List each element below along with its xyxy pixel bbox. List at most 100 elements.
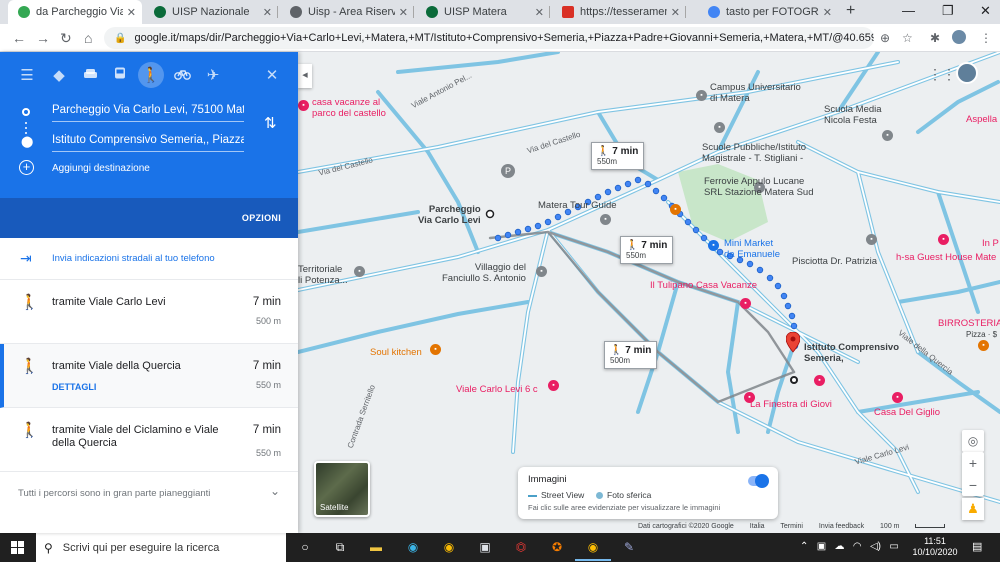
map-canvas[interactable]: ◀ ⋮⋮ ▪ casa vacanze al parco del castell…	[298, 52, 1000, 533]
parcheggio-label[interactable]: Parcheggio Via Carlo Levi	[418, 204, 481, 226]
taskbar-clock[interactable]: 11:51 10/10/2020	[910, 536, 960, 558]
airplane-icon[interactable]: ✈	[198, 58, 228, 92]
bookmark-star-icon[interactable]: ☆	[902, 31, 913, 45]
home-icon[interactable]: ⌂	[84, 30, 92, 46]
terms-link[interactable]: Termini	[780, 523, 803, 530]
casa-vacanze-label[interactable]: casa vacanze al parco del castello	[312, 97, 386, 119]
matera-tour-label[interactable]: Matera Tour Guide	[538, 200, 617, 211]
route-option-1[interactable]: 🚶 tramite Viale Carlo Levi 7 min 500 m	[0, 280, 298, 344]
ferrovie-label[interactable]: Ferrovie Appulo Lucane SRL Stazione Mate…	[704, 176, 814, 198]
close-tab-icon[interactable]: ✕	[823, 6, 832, 19]
origin-marker[interactable]	[485, 209, 495, 219]
details-link[interactable]: DETTAGLI	[52, 382, 96, 392]
app-orange-icon[interactable]: ✪	[549, 539, 565, 555]
close-tab-icon[interactable]: ✕	[399, 6, 408, 19]
chevron-up-icon[interactable]: ⌃	[800, 541, 808, 552]
store-bag-icon[interactable]: ▣	[477, 539, 493, 555]
account-avatar[interactable]	[956, 62, 978, 84]
task-view-icon[interactable]: ⧉	[332, 539, 348, 555]
villaggio-label[interactable]: Villaggio del Fanciullo S. Antonio	[442, 262, 526, 284]
chrome-active-icon[interactable]: ◉	[575, 539, 611, 561]
feedback-link[interactable]: Invia feedback	[819, 523, 864, 530]
campus-label[interactable]: Campus Universitario di Matera	[710, 82, 801, 104]
new-tab-button[interactable]: +	[846, 2, 855, 20]
aspella-label[interactable]: Aspella	[966, 114, 997, 125]
car-icon[interactable]	[75, 58, 105, 92]
edge-browser-icon[interactable]: ◉	[405, 539, 421, 555]
destination-input[interactable]: Istituto Comprensivo Semeria,, Piazza Pa…	[52, 134, 244, 152]
best-route-diamond-icon[interactable]: ◆	[44, 58, 74, 92]
tulipano-label[interactable]: Il Tulipano Casa Vacanze	[650, 280, 757, 291]
add-destination-link[interactable]: Aggiungi destinazione	[52, 163, 150, 174]
hotel-icon[interactable]: ▪	[740, 298, 751, 309]
walking-icon[interactable]: 🚶	[136, 58, 166, 92]
satellite-layer-toggle[interactable]: Satellite	[314, 461, 370, 517]
extensions-puzzle-icon[interactable]: ✱	[930, 31, 940, 45]
tour-guide-icon[interactable]: ▪	[670, 204, 681, 215]
restaurant-icon[interactable]: ▪	[430, 344, 441, 355]
shop-icon[interactable]: ▪	[708, 240, 719, 251]
profile-avatar[interactable]	[952, 30, 966, 44]
imagery-toggle[interactable]	[748, 474, 769, 488]
school-icon[interactable]: ▪	[882, 130, 893, 141]
bicycle-icon[interactable]	[167, 58, 197, 92]
close-window-button[interactable]: ✕	[980, 3, 991, 19]
pisciotta-label[interactable]: Pisciotta Dr. Patrizia	[792, 256, 877, 267]
hsa-guest-house-label[interactable]: h-sa Guest House Mate	[896, 252, 996, 263]
place-icon[interactable]: ▪	[866, 234, 877, 245]
forward-arrow-icon[interactable]: →	[36, 30, 50, 46]
minimize-button[interactable]: —	[902, 3, 915, 18]
add-icon[interactable]: ⊕	[880, 31, 890, 45]
swap-arrows-icon[interactable]: ⇅	[264, 114, 277, 132]
collapse-panel-button[interactable]: ◀	[298, 64, 312, 88]
restaurant-icon[interactable]: ▪	[978, 340, 989, 351]
menu-kebab-icon[interactable]: ⋮	[980, 31, 992, 45]
add-circle-icon[interactable]: +	[19, 160, 34, 175]
pegman-street-view-icon[interactable]: ♟	[962, 498, 984, 520]
school-icon[interactable]: ▪	[714, 122, 725, 133]
close-tab-icon[interactable]: ✕	[535, 6, 544, 19]
options-button[interactable]: OPZIONI	[242, 213, 281, 223]
zoom-out-button[interactable]: −	[962, 474, 984, 496]
tab-tesseramento[interactable]: https://tesseramento.uisp ✕	[552, 0, 686, 24]
bus-icon[interactable]	[105, 58, 135, 92]
route-time-bubble[interactable]: 🚶 7 min 550m	[591, 142, 645, 170]
place-icon[interactable]: ▪	[536, 266, 547, 277]
in-p-label[interactable]: In P	[982, 238, 999, 249]
route-option-3[interactable]: 🚶 tramite Viale del Ciclamino e Viale de…	[0, 408, 298, 472]
place-icon[interactable]: ▪	[600, 214, 611, 225]
place-icon[interactable]: ▪	[354, 266, 365, 277]
finestra-label[interactable]: La Finestra di Giovi	[750, 399, 832, 410]
back-arrow-icon[interactable]: ←	[12, 30, 26, 46]
acrobat-icon[interactable]: ⏣	[513, 539, 529, 555]
app-tool-icon[interactable]: ✎	[621, 539, 637, 555]
cortana-circle-icon[interactable]: ○	[297, 539, 313, 555]
mini-market-label[interactable]: Mini Market da Emanuele	[724, 238, 780, 260]
route-time-bubble[interactable]: 🚶 7 min 550m	[620, 236, 674, 264]
taskbar-search[interactable]: ⚲ Scrivi qui per eseguire la ricerca	[36, 533, 286, 562]
scuola-media-label[interactable]: Scuola Media Nicola Festa	[824, 104, 882, 126]
close-directions-icon[interactable]: ✕	[257, 58, 287, 92]
close-tab-icon[interactable]: ✕	[263, 6, 272, 19]
parking-icon[interactable]: P	[501, 164, 515, 178]
scuole-pubbliche-label[interactable]: Scuole Pubbliche/Istituto Magistrale - T…	[702, 142, 806, 164]
address-bar[interactable]: 🔒 google.it/maps/dir/Parcheggio+Via+Carl…	[104, 27, 874, 49]
wifi-icon[interactable]: ◠	[853, 541, 862, 552]
origin-input[interactable]: Parcheggio Via Carlo Levi, 75100 Matera	[52, 104, 244, 122]
zoom-in-button[interactable]: +	[962, 452, 984, 474]
send-to-phone-row[interactable]: ⇥ Invia indicazioni stradali al tuo tele…	[0, 238, 298, 280]
tab-uisp-area-riservata[interactable]: Uisp - Area Riservata 2.0 ✕	[280, 0, 414, 24]
school-icon[interactable]: ▪	[696, 90, 707, 101]
windows-start-icon[interactable]	[11, 541, 24, 557]
hotel-icon[interactable]: ▪	[298, 100, 309, 111]
route-time-bubble[interactable]: 🚶 7 min 500m	[604, 341, 658, 369]
hotel-icon[interactable]: ▪	[892, 392, 903, 403]
tab-uisp-matera[interactable]: UISP Matera ✕	[416, 0, 550, 24]
territoriale-label[interactable]: Territoriale li Potenza...	[298, 264, 348, 286]
battery-icon[interactable]: ▭	[889, 541, 898, 552]
hotel-icon[interactable]: ▪	[814, 375, 825, 386]
chrome-icon[interactable]: ◉	[441, 539, 457, 555]
menu-hamburger-icon[interactable]: ☰	[12, 58, 42, 92]
chevron-down-icon[interactable]: ⌄	[270, 484, 280, 498]
file-explorer-icon[interactable]: ▬	[368, 539, 384, 555]
